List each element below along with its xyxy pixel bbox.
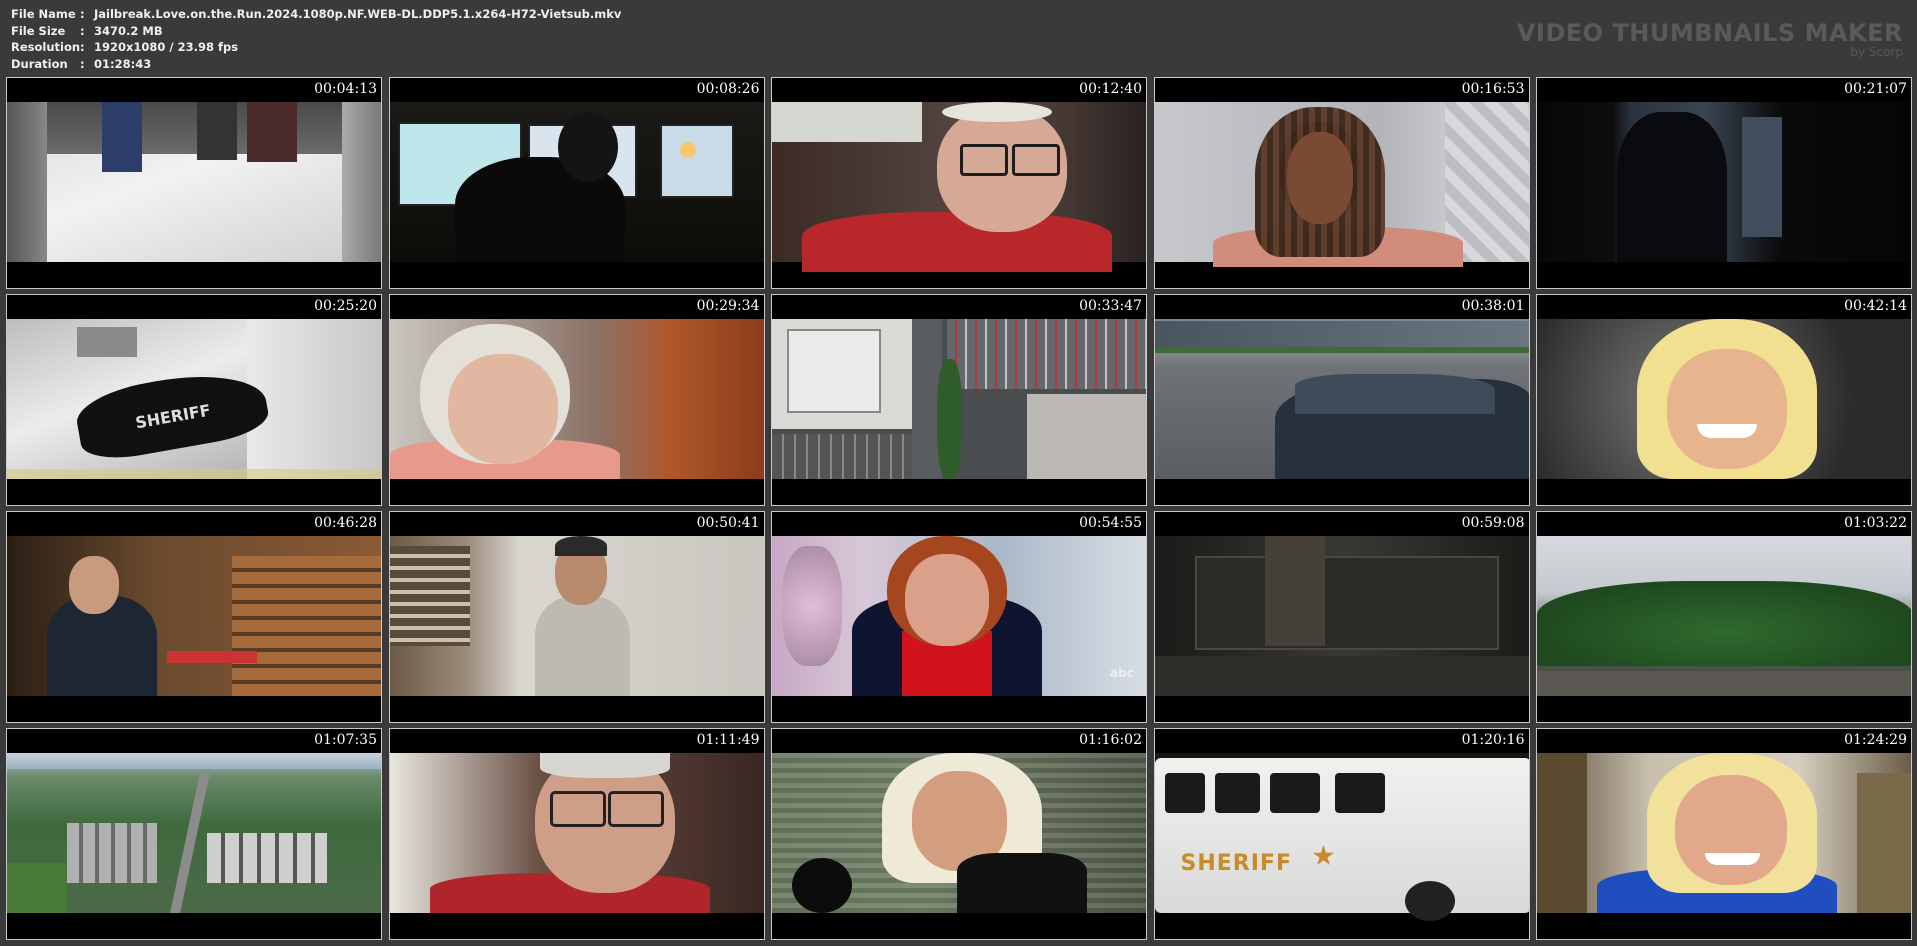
thumbnail-14[interactable]: 00:59:08 <box>1153 511 1530 723</box>
timestamp-label: 01:03:22 <box>1844 515 1907 531</box>
thumbnail-19[interactable]: SHERIFF 01:20:16 <box>1153 728 1530 940</box>
timestamp-label: 01:24:29 <box>1844 732 1907 748</box>
file-info-panel: File Name : Jailbreak.Love.on.the.Run.20… <box>11 6 621 72</box>
video-frame <box>389 536 764 696</box>
separator: : <box>80 40 85 54</box>
timestamp-label: 00:08:26 <box>696 81 760 97</box>
separator: : <box>80 23 85 38</box>
thumbnail-11[interactable]: 00:46:28 <box>6 511 382 723</box>
timestamp-label: 00:33:47 <box>1079 298 1142 314</box>
timestamp-label: 01:16:02 <box>1079 732 1142 748</box>
brand-title: VIDEO THUMBNAILS MAKER <box>1516 19 1903 47</box>
thumbnail-17[interactable]: 01:11:49 <box>388 728 765 940</box>
video-frame <box>772 753 1146 913</box>
timestamp-label: 00:59:08 <box>1461 515 1525 531</box>
timestamp-label: 00:25:20 <box>314 298 377 314</box>
thumbnail-10[interactable]: 00:42:14 <box>1536 294 1912 506</box>
file-name-label: File Name <box>11 7 76 21</box>
thumbnail-07[interactable]: 00:29:34 <box>388 294 765 506</box>
thumbnail-18[interactable]: 01:16:02 <box>771 728 1147 940</box>
brand-watermark: VIDEO THUMBNAILS MAKER by Scorp <box>1517 20 1903 59</box>
timestamp-label: 00:46:28 <box>314 515 377 531</box>
thumbnail-06[interactable]: SHERIFF 00:25:20 <box>6 294 382 506</box>
resolution-row: Resolution : 1920x1080 / 23.98 fps <box>11 39 621 56</box>
video-frame <box>7 536 381 696</box>
duration-label: Duration <box>11 56 68 71</box>
video-frame <box>1154 536 1529 696</box>
file-name-value: Jailbreak.Love.on.the.Run.2024.1080p.NF.… <box>94 7 622 21</box>
video-frame <box>7 102 381 262</box>
thumbnail-16[interactable]: 01:07:35 <box>6 728 382 940</box>
thumbnail-01[interactable]: 00:04:13 <box>6 77 382 289</box>
brand-subtitle: by Scorp <box>1850 45 1903 59</box>
video-frame <box>772 102 1146 272</box>
timestamp-label: 00:38:01 <box>1461 298 1525 314</box>
video-frame <box>1154 102 1529 267</box>
timestamp-label: 00:50:41 <box>696 515 760 531</box>
thumbnail-04[interactable]: 00:16:53 <box>1153 77 1530 289</box>
thumbnail-02[interactable]: 00:08:26 <box>388 77 765 289</box>
timestamp-label: 00:04:13 <box>314 81 377 97</box>
sheriff-decal: SHERIFF <box>1180 851 1292 876</box>
video-frame <box>389 319 764 479</box>
timestamp-label: 00:42:14 <box>1844 298 1907 314</box>
thumbnail-20[interactable]: 01:24:29 <box>1536 728 1912 940</box>
separator: : <box>80 7 85 21</box>
file-size-label: File Size <box>11 23 66 38</box>
video-frame <box>1537 319 1911 479</box>
timestamp-label: 00:12:40 <box>1079 81 1142 97</box>
video-frame <box>772 319 1146 479</box>
resolution-value: 1920x1080 / 23.98 fps <box>94 40 239 54</box>
video-frame <box>1537 102 1911 262</box>
video-frame: SHERIFF <box>7 319 381 479</box>
thumbnail-12[interactable]: 00:50:41 <box>388 511 765 723</box>
duration-row: Duration : 01:28:43 <box>11 56 621 73</box>
timestamp-label: 01:07:35 <box>314 732 377 748</box>
timestamp-label: 00:16:53 <box>1461 81 1525 97</box>
video-frame: abc <box>772 536 1146 696</box>
file-size-value: 3470.2 MB <box>94 23 163 38</box>
thumbnail-03[interactable]: 00:12:40 <box>771 77 1147 289</box>
resolution-label: Resolution <box>11 40 81 54</box>
thumbnail-13[interactable]: abc 00:54:55 <box>771 511 1147 723</box>
thumbnail-09[interactable]: 00:38:01 <box>1153 294 1530 506</box>
video-frame <box>389 102 764 262</box>
thumbnail-grid: 00:04:13 00:08:26 00:12:40 00:16:53 00:2… <box>6 77 1912 940</box>
timestamp-label: 01:11:49 <box>696 732 760 748</box>
file-name-row: File Name : Jailbreak.Love.on.the.Run.20… <box>11 6 621 23</box>
video-frame <box>1537 753 1911 913</box>
timestamp-label: 00:29:34 <box>696 298 760 314</box>
file-size-row: File Size : 3470.2 MB <box>11 23 621 40</box>
separator: : <box>80 56 85 71</box>
thumbnail-05[interactable]: 00:21:07 <box>1536 77 1912 289</box>
video-frame <box>7 753 381 913</box>
timestamp-label: 01:20:16 <box>1461 732 1525 748</box>
video-frame: SHERIFF <box>1154 753 1529 921</box>
timestamp-label: 00:54:55 <box>1079 515 1142 531</box>
video-frame <box>1537 536 1911 696</box>
timestamp-label: 00:21:07 <box>1844 81 1907 97</box>
thumbnail-15[interactable]: 01:03:22 <box>1536 511 1912 723</box>
duration-value: 01:28:43 <box>94 56 152 71</box>
video-frame <box>389 753 764 913</box>
network-logo-icon: abc <box>1110 666 1134 680</box>
thumbnail-08[interactable]: 00:33:47 <box>771 294 1147 506</box>
video-frame <box>1154 319 1529 479</box>
